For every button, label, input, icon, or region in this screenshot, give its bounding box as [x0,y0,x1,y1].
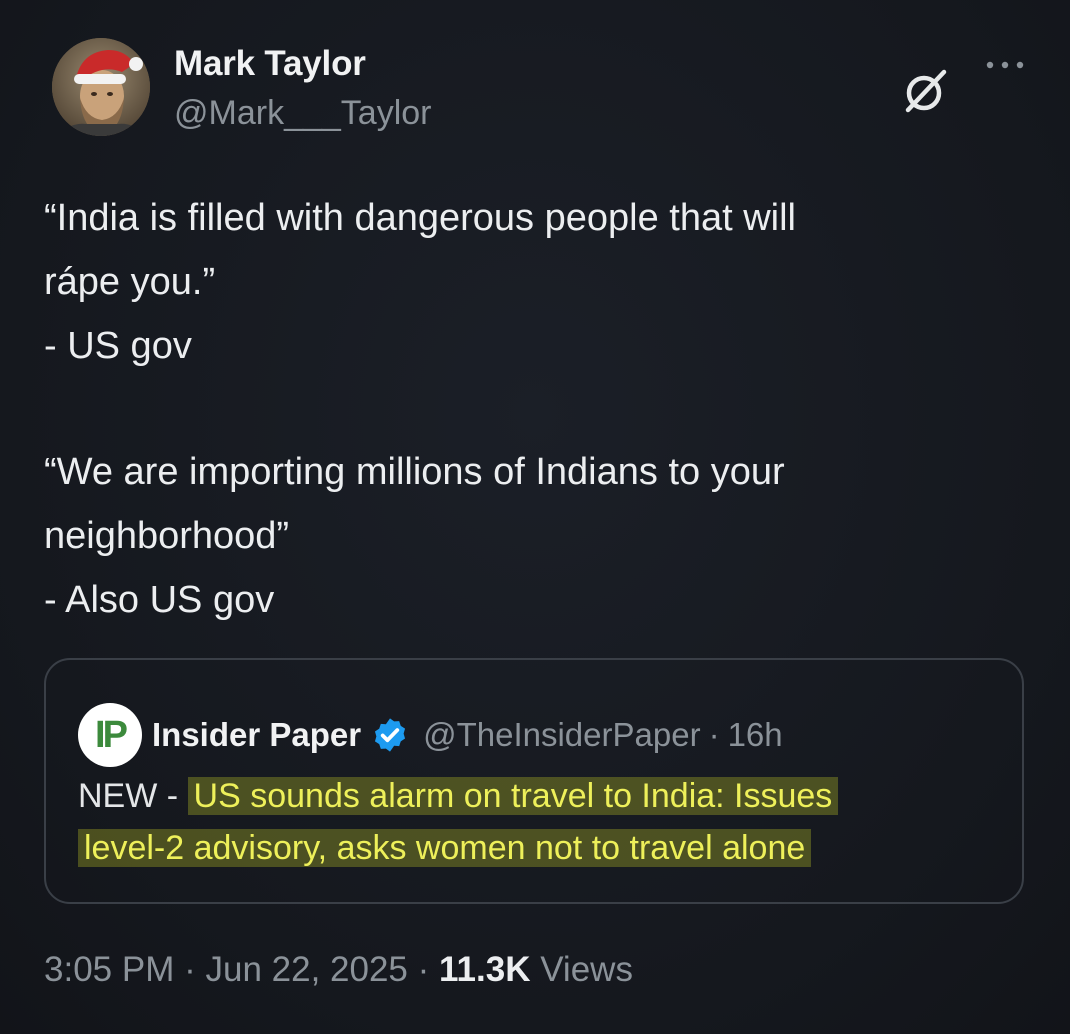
tweet-date[interactable]: Jun 22, 2025 [205,950,407,989]
more-icon[interactable] [984,58,1026,72]
grok-icon[interactable] [902,66,952,116]
highlighted-text-line-1: US sounds alarm on travel to India: Issu… [187,777,839,815]
avatar[interactable] [52,38,150,136]
quoted-tweet-header: IP Insider Paper @TheInsiderPaper · 16h [78,703,783,767]
quoted-tweet-text: NEW - US sounds alarm on travel to India… [78,770,839,874]
tweet-text: “India is filled with dangerous people t… [44,186,1024,632]
views-count: 11.3K [439,950,531,989]
separator-dot: · [184,950,196,989]
quoted-text-prefix: NEW - [78,777,188,815]
tweet-meta: 3:05 PM · Jun 22, 2025 · 11.3K Views [44,950,633,990]
tweet-line: rápe you.” [44,261,216,303]
tweet-line: - US gov [44,325,192,367]
separator-dot: · [417,950,430,989]
quoted-timestamp[interactable]: 16h [728,716,783,754]
insider-paper-logo-icon: IP [95,714,128,756]
verified-badge-icon [375,718,406,752]
tweet-card: Mark Taylor @Mark___Taylor “India is fil… [0,0,1070,1034]
highlighted-text-line-2: level-2 advisory, asks women not to trav… [78,829,812,867]
separator-dot: · [708,716,720,753]
tweet-author[interactable]: Mark Taylor @Mark___Taylor [174,44,432,132]
tweet-line: - Also US gov [44,579,275,621]
quoted-tweet[interactable]: IP Insider Paper @TheInsiderPaper · 16h … [44,658,1024,904]
tweet-line: “India is filled with dangerous people t… [44,197,796,239]
tweet-line: “We are importing millions of Indians to… [44,451,785,493]
avatar-image [52,38,150,136]
tweet-line: neighborhood” [44,515,290,557]
quoted-author-name[interactable]: Insider Paper [152,716,361,754]
quoted-author-handle[interactable]: @TheInsiderPaper [423,716,700,754]
views-label: Views [540,950,633,989]
tweet-time[interactable]: 3:05 PM [44,950,174,989]
author-display-name[interactable]: Mark Taylor [174,44,432,84]
author-handle[interactable]: @Mark___Taylor [174,94,432,132]
quoted-avatar[interactable]: IP [78,703,142,767]
